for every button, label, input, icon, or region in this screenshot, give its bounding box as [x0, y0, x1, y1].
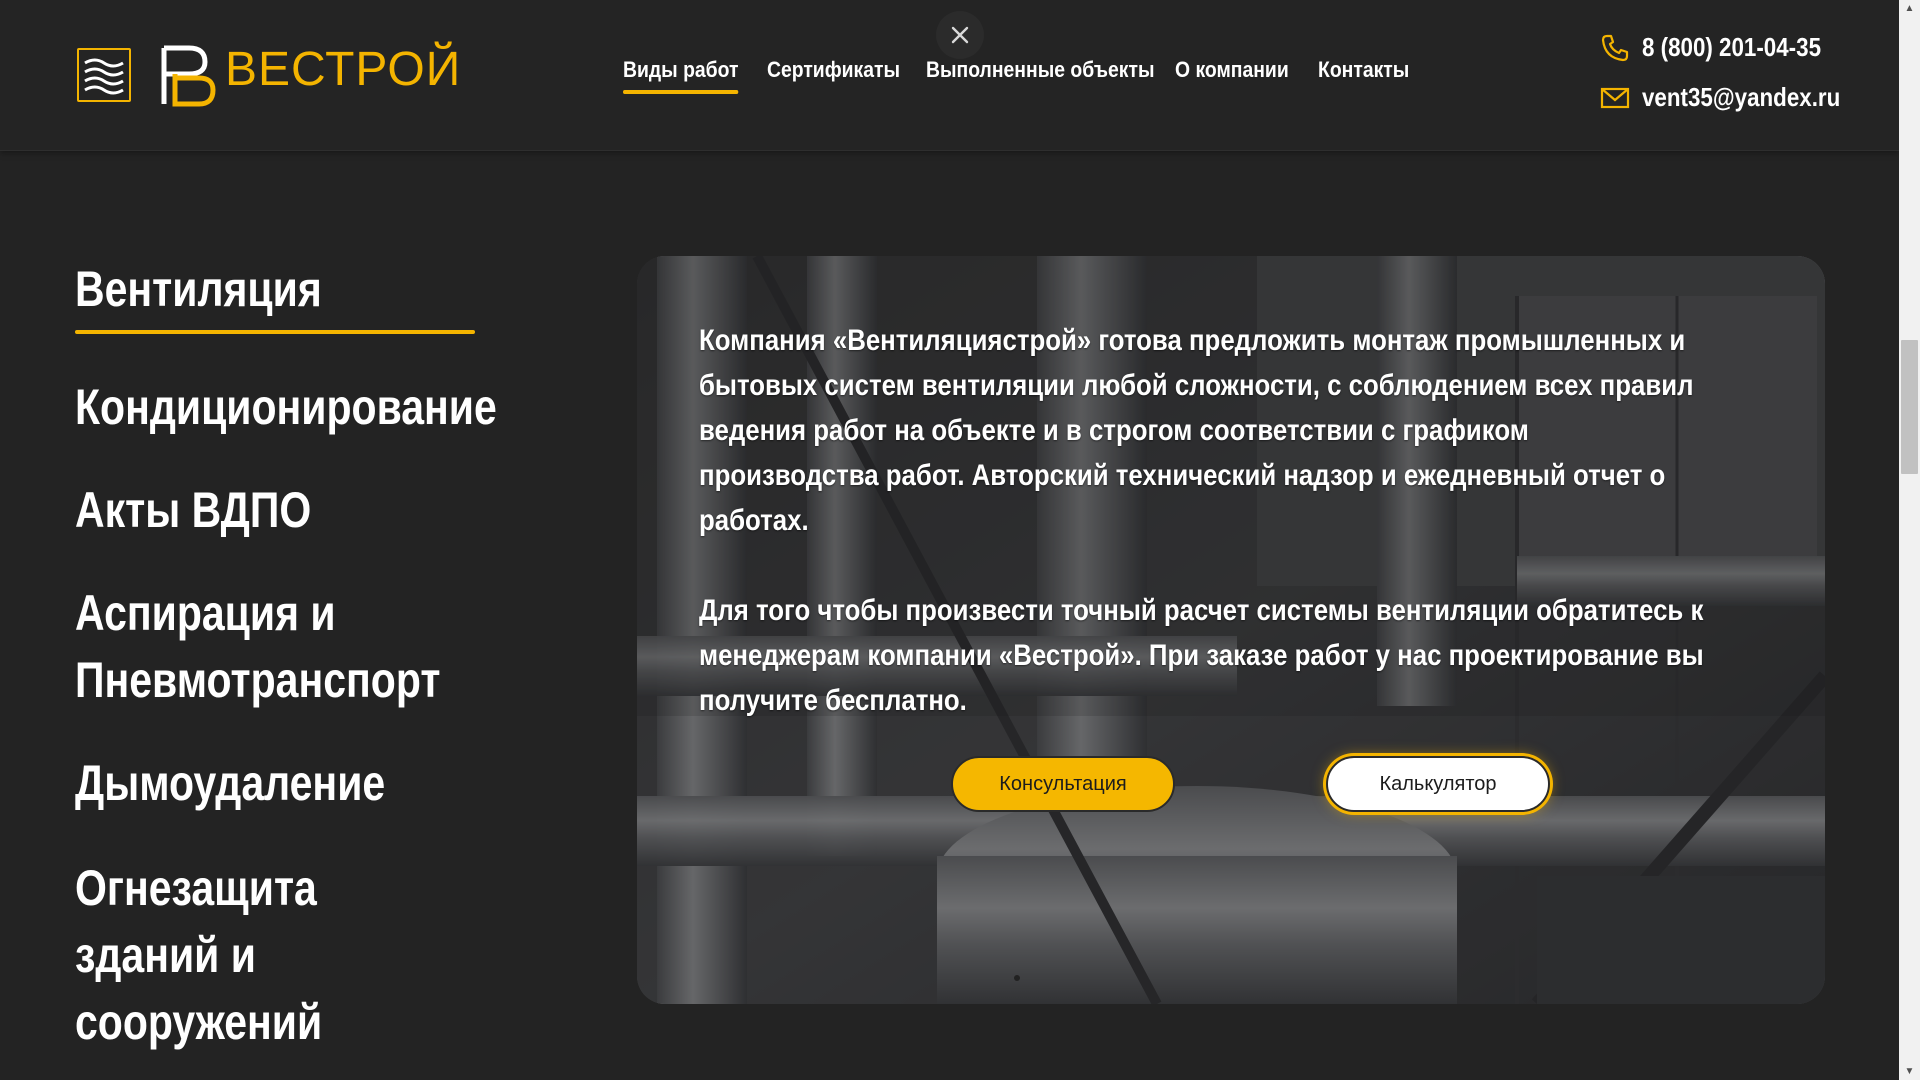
- page: ВЕСТРОЙ Виды работ Сертификаты Выполненн…: [0, 0, 1920, 1080]
- nav-item-work-types[interactable]: Виды работ: [623, 50, 739, 94]
- hero-paragraph-1: Компания «Вентиляциястрой» готова предло…: [699, 324, 1694, 537]
- logo-text: ВЕСТРОЙ: [225, 43, 462, 96]
- sidebar-item-smoke-removal[interactable]: Дымоудаление: [75, 750, 385, 817]
- sidebar-item-conditioning[interactable]: Кондиционирование: [75, 374, 497, 441]
- consultation-button[interactable]: Консультация: [951, 756, 1175, 812]
- phone-contact[interactable]: 8 (800) 201-04-35: [1600, 32, 1850, 63]
- hero-card: Компания «Вентиляциястрой» готова предло…: [637, 256, 1825, 1004]
- phone-icon: [1601, 34, 1629, 61]
- scroll-up-arrow-icon[interactable]: ▲: [1899, 0, 1920, 17]
- nav-item-certificates[interactable]: Сертификаты: [767, 50, 900, 90]
- nav-item-contacts[interactable]: Контакты: [1318, 50, 1409, 90]
- hero-paragraph-2: Для того чтобы произвести точный расчет …: [699, 594, 1704, 717]
- sidebar-item-ventilation[interactable]: Вентиляция: [75, 256, 322, 323]
- phone-number[interactable]: 8 (800) 201-04-35: [1642, 32, 1821, 63]
- sidebar-item-aspiration[interactable]: Аспирация и Пневмотранспорт: [75, 580, 440, 714]
- page-scrollbar[interactable]: ▲ ▼: [1899, 0, 1920, 1080]
- hero-description: Компания «Вентиляциястрой» готова предло…: [699, 318, 1705, 768]
- mail-icon: [1600, 87, 1630, 108]
- scrollbar-thumb[interactable]: [1901, 340, 1918, 474]
- sidebar-item-fire-protection[interactable]: Огнезащита зданий и сооружений: [75, 855, 428, 1056]
- scroll-down-arrow-icon[interactable]: ▼: [1899, 1063, 1920, 1080]
- sidebar-item-vdpo-acts[interactable]: Акты ВДПО: [75, 477, 311, 544]
- site-header: ВЕСТРОЙ Виды работ Сертификаты Выполненн…: [0, 0, 1899, 151]
- calculator-button[interactable]: Калькулятор: [1326, 756, 1550, 812]
- nav-item-completed-objects[interactable]: Выполненные объекты: [926, 50, 1154, 90]
- nav-item-about[interactable]: О компании: [1175, 50, 1289, 90]
- email-address[interactable]: vent35@yandex.ru: [1642, 82, 1840, 113]
- logo-icon[interactable]: [77, 48, 131, 102]
- email-contact[interactable]: vent35@yandex.ru: [1600, 82, 1873, 113]
- sidebar-active-underline: [75, 330, 475, 334]
- close-icon: [951, 26, 969, 44]
